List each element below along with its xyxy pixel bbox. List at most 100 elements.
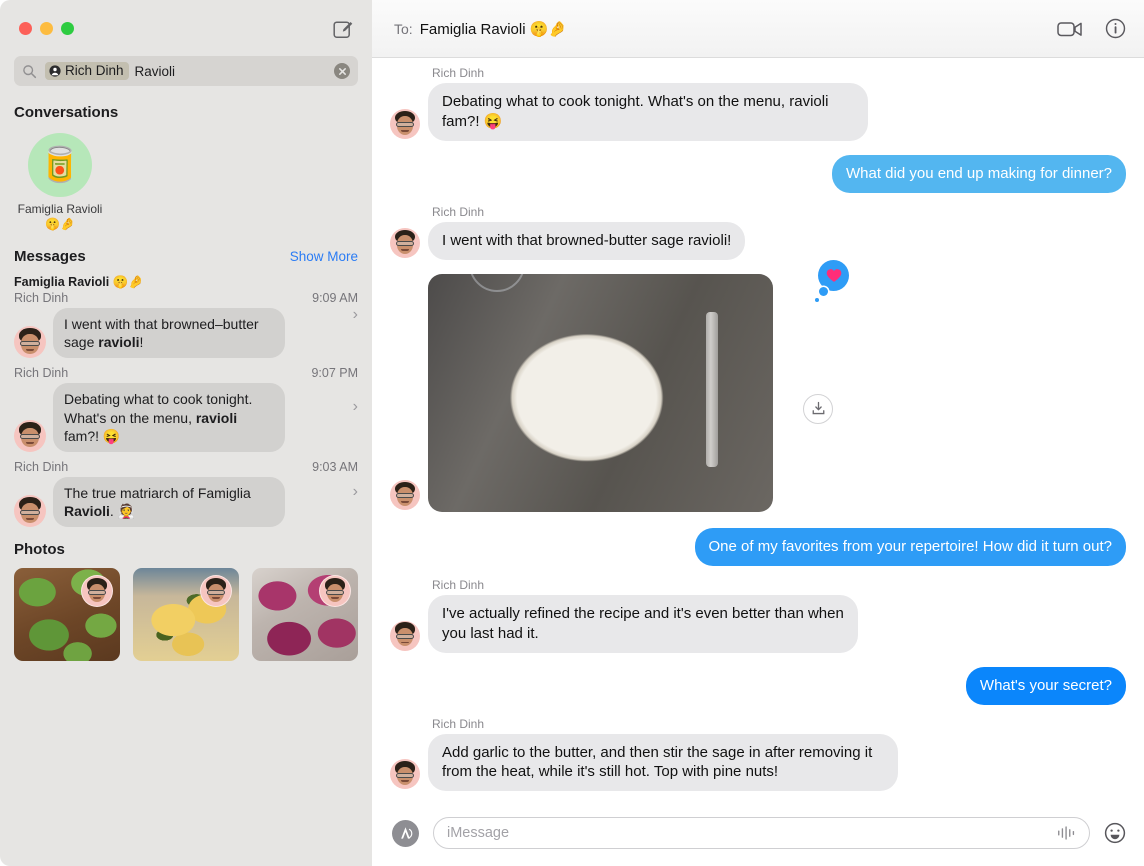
result-time: 9:07 PM [311,366,358,381]
messages-section-header: Messages Show More [0,248,372,265]
message-sender: Rich Dinh [432,716,485,731]
result-conversation-title: Famiglia Ravioli 🤫🤌 [14,275,144,289]
sidebar: Rich Dinh Ravioli Conversations 🥫 Famigl… [0,0,372,866]
message-bubble[interactable]: I went with that browned-butter sage rav… [422,221,746,260]
result-body: I went with that browned–butter sage rav… [14,308,358,359]
image-attachment[interactable] [428,273,773,512]
message-bubble[interactable]: One of my favorites from your repertoire… [694,527,1131,566]
photos-heading: Photos [14,541,65,559]
message-thread: Rich Dinh Debating what to cook tonight.… [372,58,1144,800]
minimize-button[interactable] [40,21,53,35]
result-bubble: I went with that browned–butter sage rav… [49,308,285,359]
avatar [390,620,420,651]
conversation-header: To: Famiglia Ravioli 🤫🤌 [372,0,1144,58]
result-body: Debating what to cook tonight. What's on… [14,383,358,452]
fork-decor [705,311,718,467]
message-row-attachment [390,259,1126,518]
chevron-right-icon[interactable]: › [353,306,358,324]
conversation-pane: To: Famiglia Ravioli 🤫🤌 Rich Dinh Debati… [372,0,1144,866]
sidebar-titlebar [0,0,372,56]
close-button[interactable] [19,21,32,35]
list-item[interactable]: Famiglia Ravioli 🤫🤌 Rich Dinh 9:09 AM I … [0,269,372,360]
to-label: To: [394,20,413,37]
avatar [14,419,46,452]
conversations-list: 🥫 Famiglia Ravioli 🤫🤌 [0,121,372,232]
result-meta: Rich Dinh 9:03 AM [14,460,358,474]
message-row: Rich Dinh I've actually refined the reci… [390,570,1126,653]
show-more-link[interactable]: Show More [290,249,358,264]
message-input[interactable]: iMessage [433,817,1090,849]
message-row: What's your secret? [390,666,1132,705]
message-row: One of my favorites from your repertoire… [390,527,1131,566]
message-sender: Rich Dinh [432,577,485,592]
list-item[interactable]: Rich Dinh 9:03 AM The true matriarch of … [0,454,372,529]
avatar [390,227,420,258]
message-sender: Rich Dinh [432,66,485,80]
avatar [319,575,351,608]
message-bubble[interactable]: Add garlic to the butter, and then stir … [423,733,898,792]
result-meta: Rich Dinh 9:09 AM [14,291,358,305]
result-bubble: Debating what to cook tonight. What's on… [49,383,285,452]
audio-waveform-icon[interactable] [1056,825,1078,841]
search-token-label: Rich Dinh [65,63,124,78]
messages-window: Rich Dinh Ravioli Conversations 🥫 Famigl… [0,0,1144,866]
search-field[interactable]: Rich Dinh Ravioli [14,56,358,86]
result-sender: Rich Dinh [14,366,69,381]
result-body: The true matriarch of Famiglia Ravioli. … [14,476,358,528]
photos-section-header: Photos [0,541,372,558]
avatar [390,759,420,790]
photo-thumbnail[interactable] [14,568,120,662]
avatar [390,479,420,510]
photo-thumbnail[interactable] [252,568,358,662]
message-row: Rich Dinh Add garlic to the butter, and … [390,709,1126,792]
messages-heading: Messages [14,248,86,265]
emoji-smiley-icon[interactable] [1104,822,1126,844]
message-bubble[interactable]: What's your secret? [965,666,1132,705]
result-time: 9:03 AM [312,459,358,474]
app-store-icon[interactable] [392,819,419,847]
window-controls [19,21,74,35]
conversations-section-header: Conversations [0,104,372,121]
heart-icon [826,268,841,282]
photo-thumbnail[interactable] [133,568,239,662]
info-icon[interactable] [1105,18,1126,39]
wine-glass-decor [469,273,526,292]
conversation-name: Famiglia Ravioli 🤫🤌 [17,202,103,231]
message-results-list: Famiglia Ravioli 🤫🤌 Rich Dinh 9:09 AM I … [0,265,372,529]
avatar [81,575,113,608]
avatar [390,108,420,139]
message-row: What did you end up making for dinner? [390,154,1131,193]
message-row: Rich Dinh I went with that browned-butte… [390,197,1126,260]
message-sender: Rich Dinh [432,204,485,219]
avatar [14,495,46,528]
message-bubble[interactable]: I've actually refined the recipe and it'… [423,594,858,653]
photos-grid [0,558,372,662]
heart-reaction-badge[interactable] [815,259,849,302]
search-token-rich-dinh[interactable]: Rich Dinh [45,62,129,80]
compose-icon[interactable] [332,18,354,40]
chevron-right-icon[interactable]: › [353,398,358,416]
chevron-right-icon[interactable]: › [353,483,358,501]
result-sender: Rich Dinh [14,291,69,305]
result-bubble: The true matriarch of Famiglia Ravioli. … [49,476,285,528]
message-row: Rich Dinh Debating what to cook tonight.… [390,66,1126,141]
download-icon[interactable] [803,393,833,424]
conversation-avatar: 🥫 [28,133,92,197]
result-time: 9:09 AM [312,291,358,305]
message-bubble[interactable]: Debating what to cook tonight. What's on… [423,83,868,141]
list-item[interactable]: Rich Dinh 9:07 PM Debating what to cook … [0,360,372,454]
avatar [14,326,46,359]
avatar [200,575,232,608]
search-query-text: Ravioli [134,63,176,79]
zoom-button[interactable] [61,21,74,35]
tomato-can-emoji: 🥫 [38,146,82,184]
message-input-placeholder: iMessage [447,825,510,841]
conversation-item-famiglia-ravioli[interactable]: 🥫 Famiglia Ravioli 🤫🤌 [14,133,106,232]
result-meta: Rich Dinh 9:07 PM [14,366,358,380]
conversations-heading: Conversations [14,104,119,121]
clear-icon[interactable] [334,63,350,79]
message-bubble[interactable]: What did you end up making for dinner? [832,154,1131,193]
video-camera-icon[interactable] [1057,20,1083,38]
recipient-name[interactable]: Famiglia Ravioli 🤫🤌 [420,20,567,38]
composer-bar: iMessage [372,800,1144,866]
